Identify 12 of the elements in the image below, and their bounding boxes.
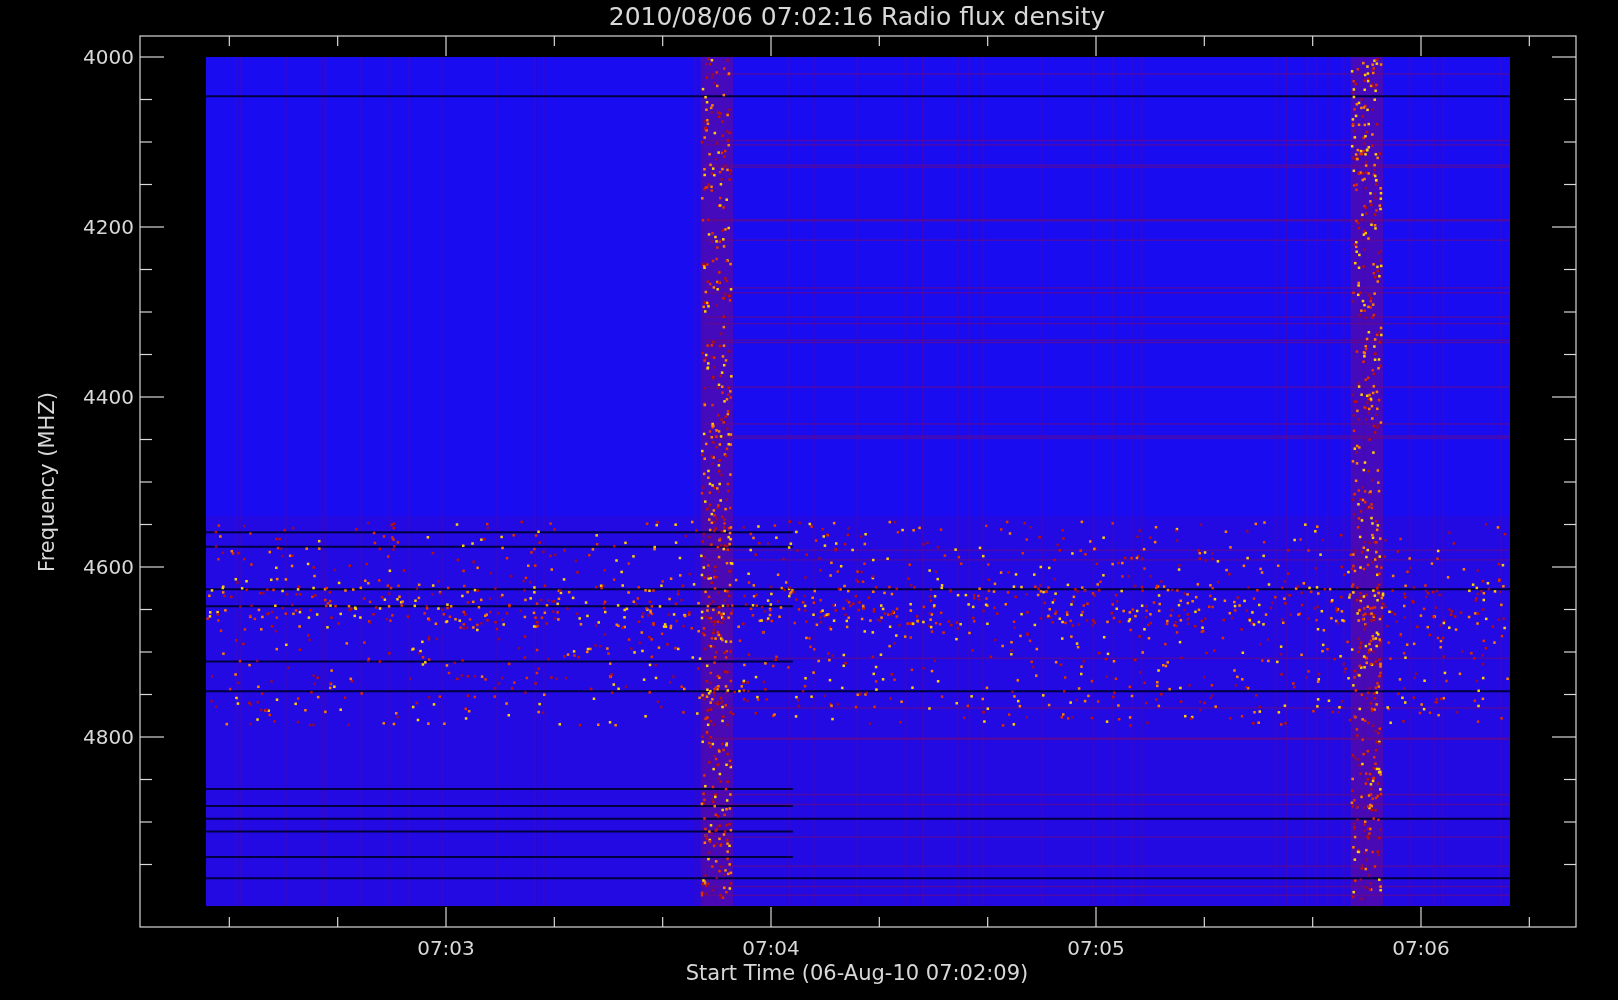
axis-title: Frequency (MHZ) [35, 392, 59, 572]
axis-title: Start Time (06-Aug-10 07:02:09) [685, 961, 1029, 985]
tick-label: 07:04 [742, 936, 800, 960]
tick-label: 07:03 [417, 936, 475, 960]
tick-label: 4400 [83, 385, 134, 409]
tick-label: 07:06 [1392, 936, 1450, 960]
tick-label: 4800 [83, 725, 134, 749]
tick-label: 4200 [83, 215, 134, 239]
tick-label: 4600 [83, 555, 134, 579]
tick-label: 4000 [83, 45, 134, 69]
plot-title: 2010/08/06 07:02:16 Radio flux density [608, 2, 1106, 31]
tick-label: 07:05 [1067, 936, 1125, 960]
